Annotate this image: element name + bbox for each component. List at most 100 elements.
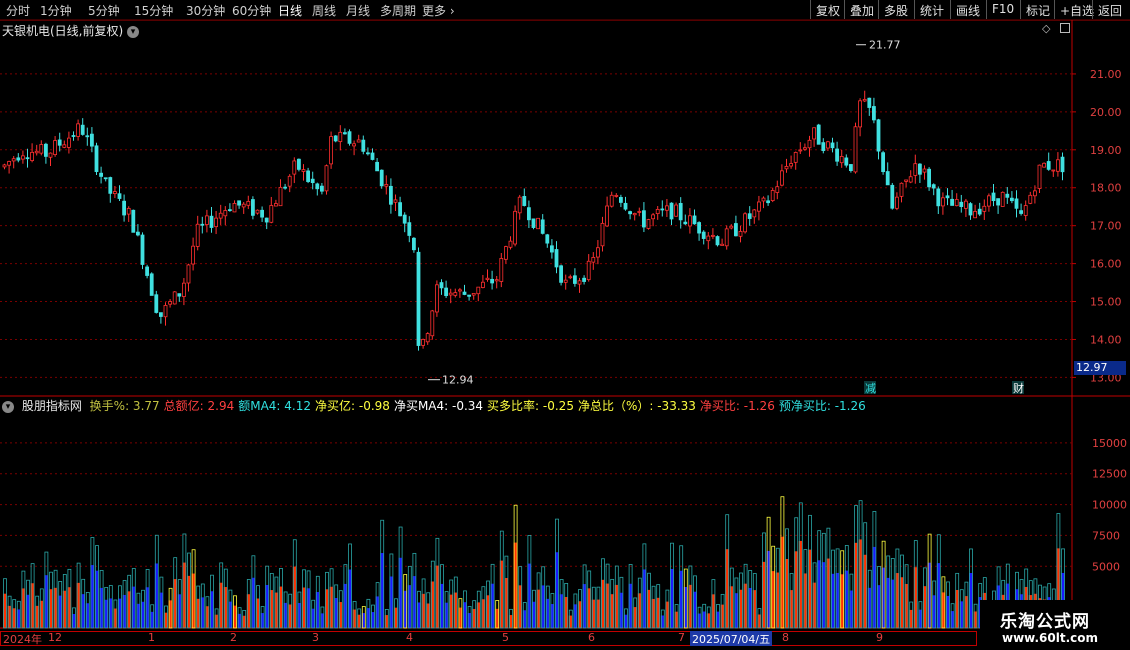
price-tick-label: 14.00 (1090, 333, 1122, 346)
candle-body (872, 106, 876, 121)
indicator-tick-label: 12500 (1092, 468, 1127, 481)
indicator-title: 股朋指标网 (21, 399, 82, 413)
candle-body (375, 161, 380, 172)
candle-body (996, 198, 1000, 206)
candle-body (747, 213, 752, 219)
window-toggle-icon[interactable] (1060, 23, 1070, 33)
candle-body (826, 141, 830, 149)
candle-body (867, 97, 872, 108)
candle-body (821, 142, 826, 151)
date-label: 1 (148, 631, 155, 644)
candle-body (609, 194, 614, 207)
candle-body (711, 234, 715, 237)
candle-body (388, 185, 393, 205)
candle-body (315, 183, 320, 190)
candle-body (977, 208, 982, 215)
date-label: 12 (48, 631, 62, 644)
candle-body (918, 163, 922, 175)
legend-item: 预净买比: -1.26 (778, 399, 866, 413)
candle-body (798, 149, 803, 152)
chevron-down-icon[interactable]: ▾ (127, 25, 140, 38)
candle-body (250, 199, 255, 216)
candle-body (237, 200, 242, 206)
candle-body (844, 157, 849, 166)
indicator-legend: ▾ 股朋指标网 换手%: 3.77 总额亿: 2.94 额MA4: 4.12 净买亿:… (2, 397, 874, 414)
high-label: 21.77 (869, 39, 901, 52)
candle-body (421, 339, 426, 346)
candle-body (177, 293, 182, 297)
candle-body (471, 292, 476, 296)
candle-body (11, 158, 16, 162)
candle-body (310, 178, 315, 184)
candle-body (908, 176, 913, 183)
candle-body (959, 201, 964, 207)
candle-body (1042, 162, 1046, 168)
candle-body (591, 257, 596, 263)
candle-body (1056, 159, 1060, 172)
chevron-down-icon[interactable]: ▾ (2, 400, 14, 413)
candle-body (881, 152, 885, 173)
candle-body (784, 166, 789, 170)
diamond-icon[interactable]: ◇ (1042, 22, 1050, 35)
candle-body (582, 277, 586, 282)
candle-body (890, 184, 895, 209)
candle-body (623, 202, 628, 210)
crosshair-date: 2025/07/04/五 (690, 631, 773, 646)
candle-body (113, 191, 117, 195)
candle-body (384, 184, 389, 187)
candle-body (766, 200, 770, 204)
candle-body (67, 137, 71, 148)
candle-body (573, 275, 577, 284)
candle-body (292, 160, 297, 175)
candle-body (135, 231, 140, 236)
candle-body (1019, 210, 1023, 214)
candle-body (858, 100, 862, 128)
candle-body (803, 147, 807, 150)
candle-body (812, 127, 816, 140)
candle-body (789, 163, 793, 167)
candle-body (85, 135, 90, 138)
candle-body (467, 294, 472, 297)
candle-body (954, 199, 959, 207)
legend-item: 净买比: -1.26 (699, 399, 775, 413)
candle-body (204, 215, 209, 225)
event-marker-box (535, 381, 547, 394)
date-label: 7 (678, 631, 685, 644)
event-marker: 减 (865, 382, 876, 395)
candle-body (683, 221, 688, 225)
candle-body (25, 157, 30, 160)
candle-body (734, 223, 738, 237)
candle-body (145, 266, 150, 276)
candle-body (738, 231, 743, 237)
watermark-name: 乐淘公式网 (1000, 612, 1090, 632)
candle-body (913, 163, 918, 176)
candle-body (982, 205, 987, 212)
candle-body (899, 182, 904, 197)
candle-body (379, 169, 384, 187)
candle-body (154, 294, 159, 313)
candle-body (227, 209, 232, 212)
candle-body (439, 282, 444, 289)
candle-body (830, 142, 835, 149)
candle-body (2, 164, 7, 168)
date-label: 2024年 (3, 633, 42, 646)
price-tick-label: 17.00 (1090, 220, 1122, 233)
candle-body (99, 172, 103, 177)
candle-body (273, 203, 278, 207)
candle-body (48, 152, 53, 158)
candle-body (140, 234, 145, 265)
candle-body (200, 223, 205, 226)
price-tick-label: 15.00 (1090, 296, 1122, 309)
candle-body (743, 213, 747, 233)
candle-body (324, 165, 329, 192)
candle-body (729, 225, 734, 229)
candle-body (94, 145, 99, 172)
kline-chart[interactable]: 21.00 20.00 19.00 18.00 17.00 16.00 15.00 14.00… (0, 0, 1130, 650)
candle-body (651, 214, 655, 220)
candle-body (57, 139, 62, 146)
candle-body (973, 211, 977, 219)
candle-body (660, 208, 665, 211)
candle-body (223, 210, 228, 217)
candle-body (494, 279, 499, 282)
stock-title: 天银机电(日线,前复权) (2, 24, 124, 38)
